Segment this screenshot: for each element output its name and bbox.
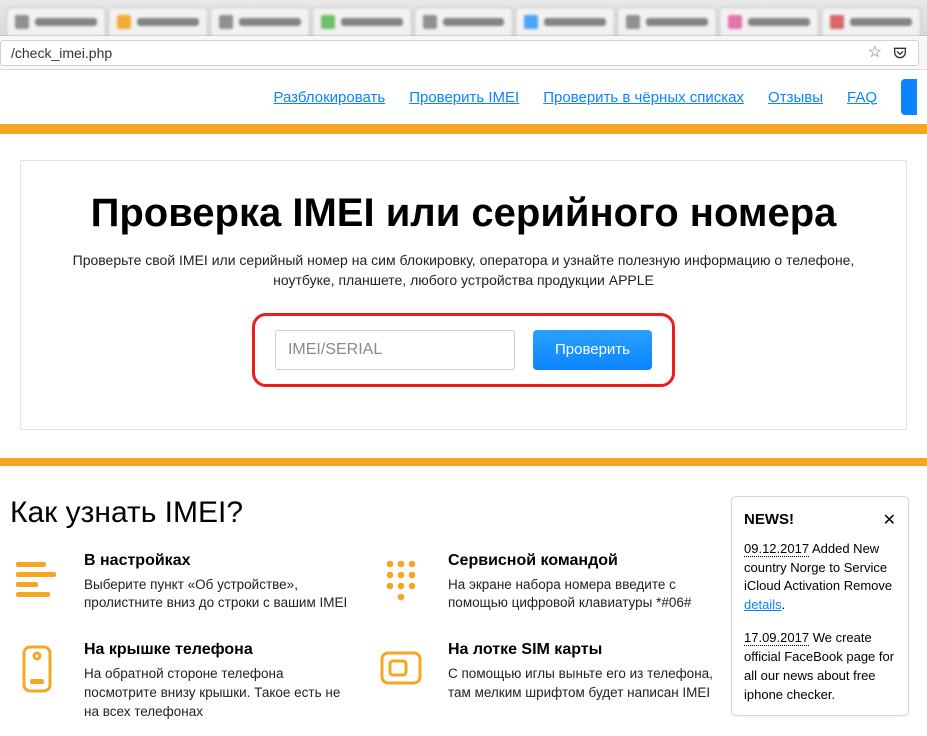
nav-link-check-blacklist[interactable]: Проверить в чёрных списках [543,89,744,106]
howto-item-text: На экране набора номера введите с помощь… [448,576,718,614]
howto-item-title: На крышке телефона [84,641,354,659]
orange-divider [0,124,927,134]
howto-item-sim-tray: На лотке SIM карты С помощью иглы выньте… [448,641,718,703]
news-item: 17.09.2017 We create official FaceBook p… [744,629,896,704]
browser-tab[interactable] [719,7,819,35]
cta-button-cropped[interactable] [901,79,917,115]
page-description: Проверьте свой IMEI или серийный номер н… [41,250,886,291]
page-title: Проверка IMEI или серийного номера [41,191,886,236]
browser-tab[interactable] [821,7,921,35]
howto-item-title: На лотке SIM карты [448,641,718,659]
browser-tab[interactable] [617,7,717,35]
browser-tab[interactable] [108,7,208,35]
news-link-details[interactable]: details [744,597,782,612]
bookmark-star-icon[interactable]: ☆ [868,41,882,65]
nav-link-check-imei[interactable]: Проверить IMEI [409,89,519,106]
nav-link-faq[interactable]: FAQ [847,89,877,106]
howto-section: Как узнать IMEI? В настройках Выберите п… [0,466,927,722]
howto-item-text: С помощью иглы выньте его из телефона, т… [448,665,718,703]
address-input[interactable]: /check_imei.php ☆ [0,40,919,66]
nav-link-unlock[interactable]: Разблокировать [274,89,386,106]
settings-list-icon [10,552,64,606]
imei-input[interactable] [275,330,515,370]
sim-tray-icon [374,641,428,695]
close-icon[interactable]: ✕ [883,509,896,532]
news-item: 09.12.2017 Added New country Norge to Se… [744,540,896,615]
howto-item-text: На обратной стороне телефона посмотрите … [84,665,354,722]
pocket-icon[interactable] [892,44,908,62]
address-bar: /check_imei.php ☆ [0,36,927,70]
nav-link-reviews[interactable]: Отзывы [768,89,823,106]
howto-item-title: В настройках [84,552,354,570]
howto-item-phone-back: На крышке телефона На обратной стороне т… [84,641,354,722]
browser-tab[interactable] [414,7,514,35]
dialpad-icon [374,552,428,606]
imei-form-highlight: Проверить [252,313,675,387]
howto-item-text: Выберите пункт «Об устройстве», пролистн… [84,576,354,614]
browser-tab-strip [0,0,927,36]
browser-tab[interactable] [515,7,615,35]
news-date: 17.09.2017 [744,630,809,646]
imei-check-card: Проверка IMEI или серийного номера Прове… [20,160,907,430]
orange-divider [0,458,927,466]
howto-item-service-command: Сервисной командой На экране набора номе… [448,552,718,614]
browser-tab[interactable] [210,7,310,35]
phone-back-icon [10,641,64,695]
browser-tab[interactable] [312,7,412,35]
howto-item-settings: В настройках Выберите пункт «Об устройст… [84,552,354,614]
browser-tab[interactable] [6,7,106,35]
news-box: NEWS! ✕ 09.12.2017 Added New country Nor… [731,496,909,716]
check-button[interactable]: Проверить [533,330,652,370]
news-date: 09.12.2017 [744,541,809,557]
howto-item-title: Сервисной командой [448,552,718,570]
news-title: NEWS! [744,509,794,531]
top-nav: Разблокировать Проверить IMEI Проверить … [0,70,927,124]
address-text: /check_imei.php [11,41,112,65]
